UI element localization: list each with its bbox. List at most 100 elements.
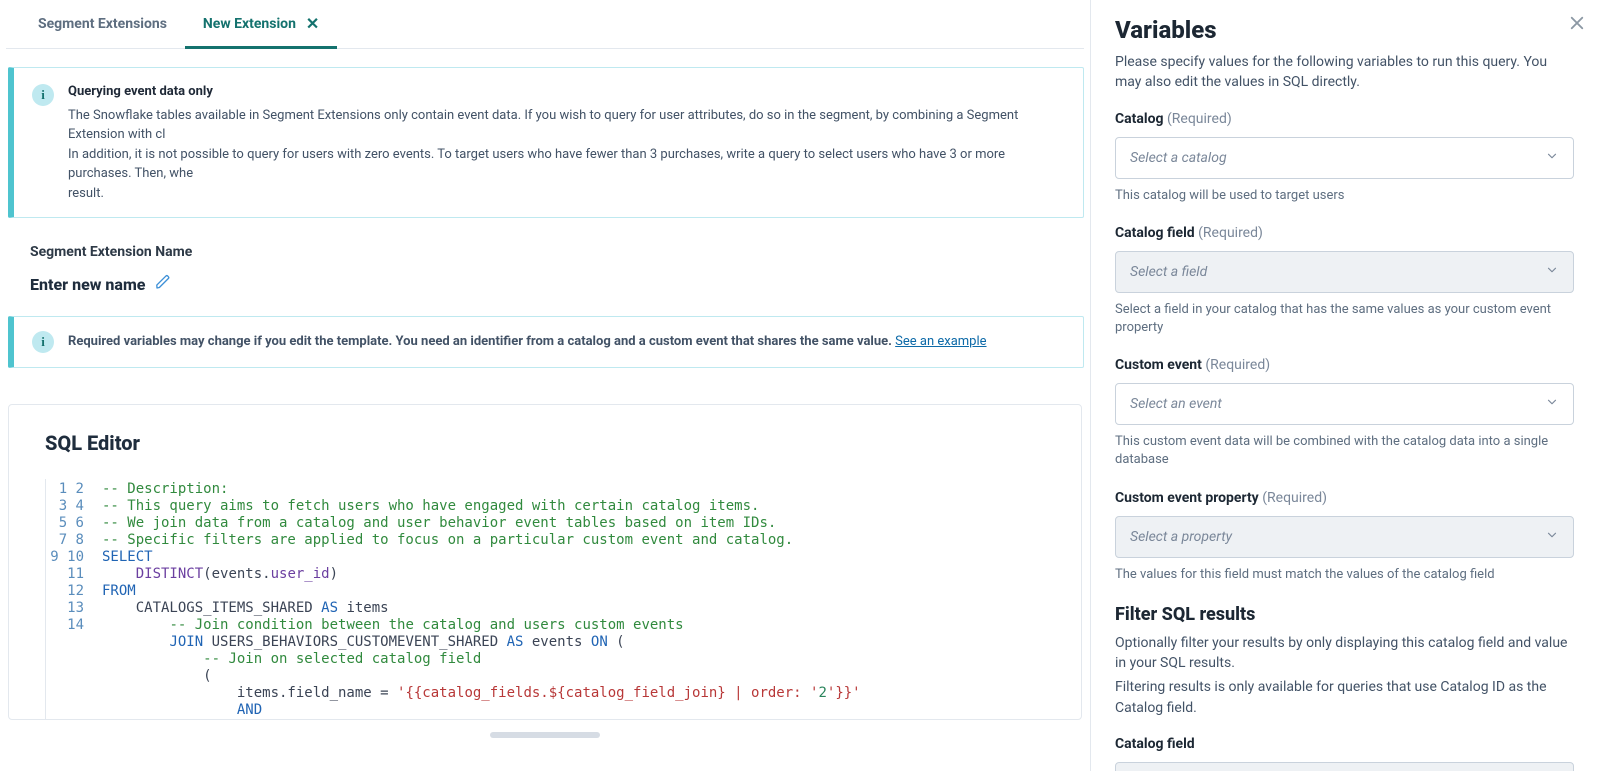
- field-filter-catalog-field: Catalog field Select a field to filter: [1115, 736, 1574, 771]
- field-hint: This catalog will be used to target user…: [1115, 187, 1574, 205]
- info-line: The Snowflake tables available in Segmen…: [68, 106, 1065, 145]
- chevron-down-icon: [1545, 528, 1559, 546]
- tab-label: Segment Extensions: [38, 16, 167, 32]
- field-label: Catalog field (Required): [1115, 225, 1574, 241]
- code-string: '}}': [827, 685, 861, 701]
- name-label: Segment Extension Name: [30, 244, 1060, 260]
- tab-bar: Segment Extensions New Extension ✕: [6, 0, 1084, 49]
- tab-new-extension[interactable]: New Extension ✕: [185, 0, 337, 49]
- filter-sql-results-title: Filter SQL results: [1115, 604, 1574, 625]
- code-keyword: AS: [507, 634, 524, 650]
- field-label-text: Custom event property: [1115, 490, 1259, 506]
- sql-editor-card: SQL Editor 1 2 3 4 5 6 7 8 9 10 11 12 13…: [8, 404, 1082, 720]
- info-text: Required variables may change if you edi…: [68, 334, 895, 349]
- variables-panel: Variables Please specify values for the …: [1090, 0, 1600, 771]
- sql-editor[interactable]: 1 2 3 4 5 6 7 8 9 10 11 12 13 14 -- Desc…: [45, 479, 1045, 719]
- field-custom-event: Custom event (Required) Select an event …: [1115, 357, 1574, 469]
- code-text: events: [523, 634, 590, 650]
- resize-handle[interactable]: [490, 732, 600, 738]
- code-comment: -- Specific filters are applied to focus…: [102, 532, 793, 548]
- field-label: Catalog (Required): [1115, 111, 1574, 127]
- code-text: [102, 566, 136, 582]
- field-custom-event-property: Custom event property (Required) Select …: [1115, 490, 1574, 584]
- code-ident: user_id: [271, 566, 330, 582]
- info-body: Querying event data only The Snowflake t…: [68, 82, 1065, 203]
- custom-event-select[interactable]: Select an event: [1115, 383, 1574, 425]
- required-indicator: (Required): [1205, 357, 1270, 373]
- segment-extension-name-section: Segment Extension Name Enter new name: [6, 236, 1084, 298]
- required-indicator: (Required): [1167, 111, 1232, 127]
- code-text: ): [330, 566, 338, 582]
- field-label-text: Catalog: [1115, 111, 1164, 127]
- info-line: In addition, it is not possible to query…: [68, 145, 1065, 184]
- code-string: '{{catalog_fields.${catalog_field_join} …: [397, 685, 818, 701]
- field-catalog: Catalog (Required) Select a catalog This…: [1115, 111, 1574, 205]
- edit-name-button[interactable]: [155, 274, 171, 294]
- tab-label: New Extension: [203, 16, 296, 32]
- code-keyword: AND: [237, 702, 262, 718]
- code-number: 2: [818, 685, 826, 701]
- see-example-link[interactable]: See an example: [895, 334, 986, 349]
- required-indicator: (Required): [1198, 225, 1263, 241]
- field-hint: The values for this field must match the…: [1115, 566, 1574, 584]
- code-comment: -- This query aims to fetch users who ha…: [102, 498, 759, 514]
- filter-description: Filtering results is only available for …: [1115, 677, 1574, 718]
- catalog-select[interactable]: Select a catalog: [1115, 137, 1574, 179]
- code-keyword: AS: [321, 600, 338, 616]
- code-keyword: ON: [591, 634, 608, 650]
- info-banner-required-variables: i Required variables may change if you e…: [8, 316, 1084, 368]
- code-text: [102, 634, 169, 650]
- code-keyword: JOIN: [169, 634, 203, 650]
- field-label: Catalog field: [1115, 736, 1574, 752]
- pencil-icon: [155, 274, 171, 290]
- code-text: [102, 617, 169, 633]
- sql-gutter: 1 2 3 4 5 6 7 8 9 10 11 12 13 14: [46, 479, 102, 719]
- code-text: CATALOGS_ITEMS_SHARED: [102, 600, 321, 616]
- filter-description: Optionally filter your results by only d…: [1115, 633, 1574, 674]
- code-text: (events.: [203, 566, 270, 582]
- info-line: result.: [68, 184, 1065, 204]
- code-text: (: [608, 634, 625, 650]
- chevron-down-icon: [1545, 263, 1559, 281]
- code-keyword: SELECT: [102, 549, 153, 565]
- code-text: items.field_name =: [102, 685, 397, 701]
- chevron-down-icon: [1545, 149, 1559, 167]
- sql-editor-title: SQL Editor: [45, 431, 1045, 455]
- panel-title: Variables: [1115, 16, 1574, 44]
- select-placeholder: Select a property: [1130, 529, 1232, 545]
- info-icon: i: [32, 331, 54, 353]
- code-text: USERS_BEHAVIORS_CUSTOMEVENT_SHARED: [203, 634, 506, 650]
- field-label: Custom event property (Required): [1115, 490, 1574, 506]
- info-banner-query-event-data: i Querying event data only The Snowflake…: [8, 67, 1084, 218]
- info-title: Querying event data only: [68, 82, 1065, 102]
- code-func: DISTINCT: [136, 566, 203, 582]
- field-hint: This custom event data will be combined …: [1115, 433, 1574, 469]
- catalog-field-select[interactable]: Select a field: [1115, 251, 1574, 293]
- code-comment: -- Description:: [102, 481, 228, 497]
- code-comment: -- Join on selected catalog field: [203, 651, 481, 667]
- required-indicator: (Required): [1262, 490, 1327, 506]
- field-hint: Select a field in your catalog that has …: [1115, 301, 1574, 337]
- main-panel: Segment Extensions New Extension ✕ i Que…: [0, 0, 1090, 771]
- field-catalog-field: Catalog field (Required) Select a field …: [1115, 225, 1574, 337]
- select-placeholder: Select a catalog: [1130, 150, 1227, 166]
- info-body: Required variables may change if you edi…: [68, 332, 987, 352]
- field-label-text: Custom event: [1115, 357, 1202, 373]
- code-text: (: [102, 668, 212, 684]
- field-label: Custom event (Required): [1115, 357, 1574, 373]
- sql-code[interactable]: -- Description: -- This query aims to fe…: [102, 479, 1045, 719]
- name-row: Enter new name: [30, 274, 1060, 294]
- custom-event-property-select[interactable]: Select a property: [1115, 516, 1574, 558]
- chevron-down-icon: [1545, 395, 1559, 413]
- field-label-text: Catalog field: [1115, 225, 1195, 241]
- panel-description: Please specify values for the following …: [1115, 52, 1574, 93]
- info-icon: i: [32, 84, 54, 106]
- code-keyword: FROM: [102, 583, 136, 599]
- code-text: items: [338, 600, 389, 616]
- close-icon: [1568, 14, 1586, 32]
- filter-catalog-field-select[interactable]: Select a field to filter: [1115, 762, 1574, 771]
- close-icon[interactable]: ✕: [306, 16, 319, 32]
- tab-segment-extensions[interactable]: Segment Extensions: [20, 0, 185, 49]
- close-panel-button[interactable]: [1568, 14, 1586, 36]
- code-comment: -- Join condition between the catalog an…: [169, 617, 683, 633]
